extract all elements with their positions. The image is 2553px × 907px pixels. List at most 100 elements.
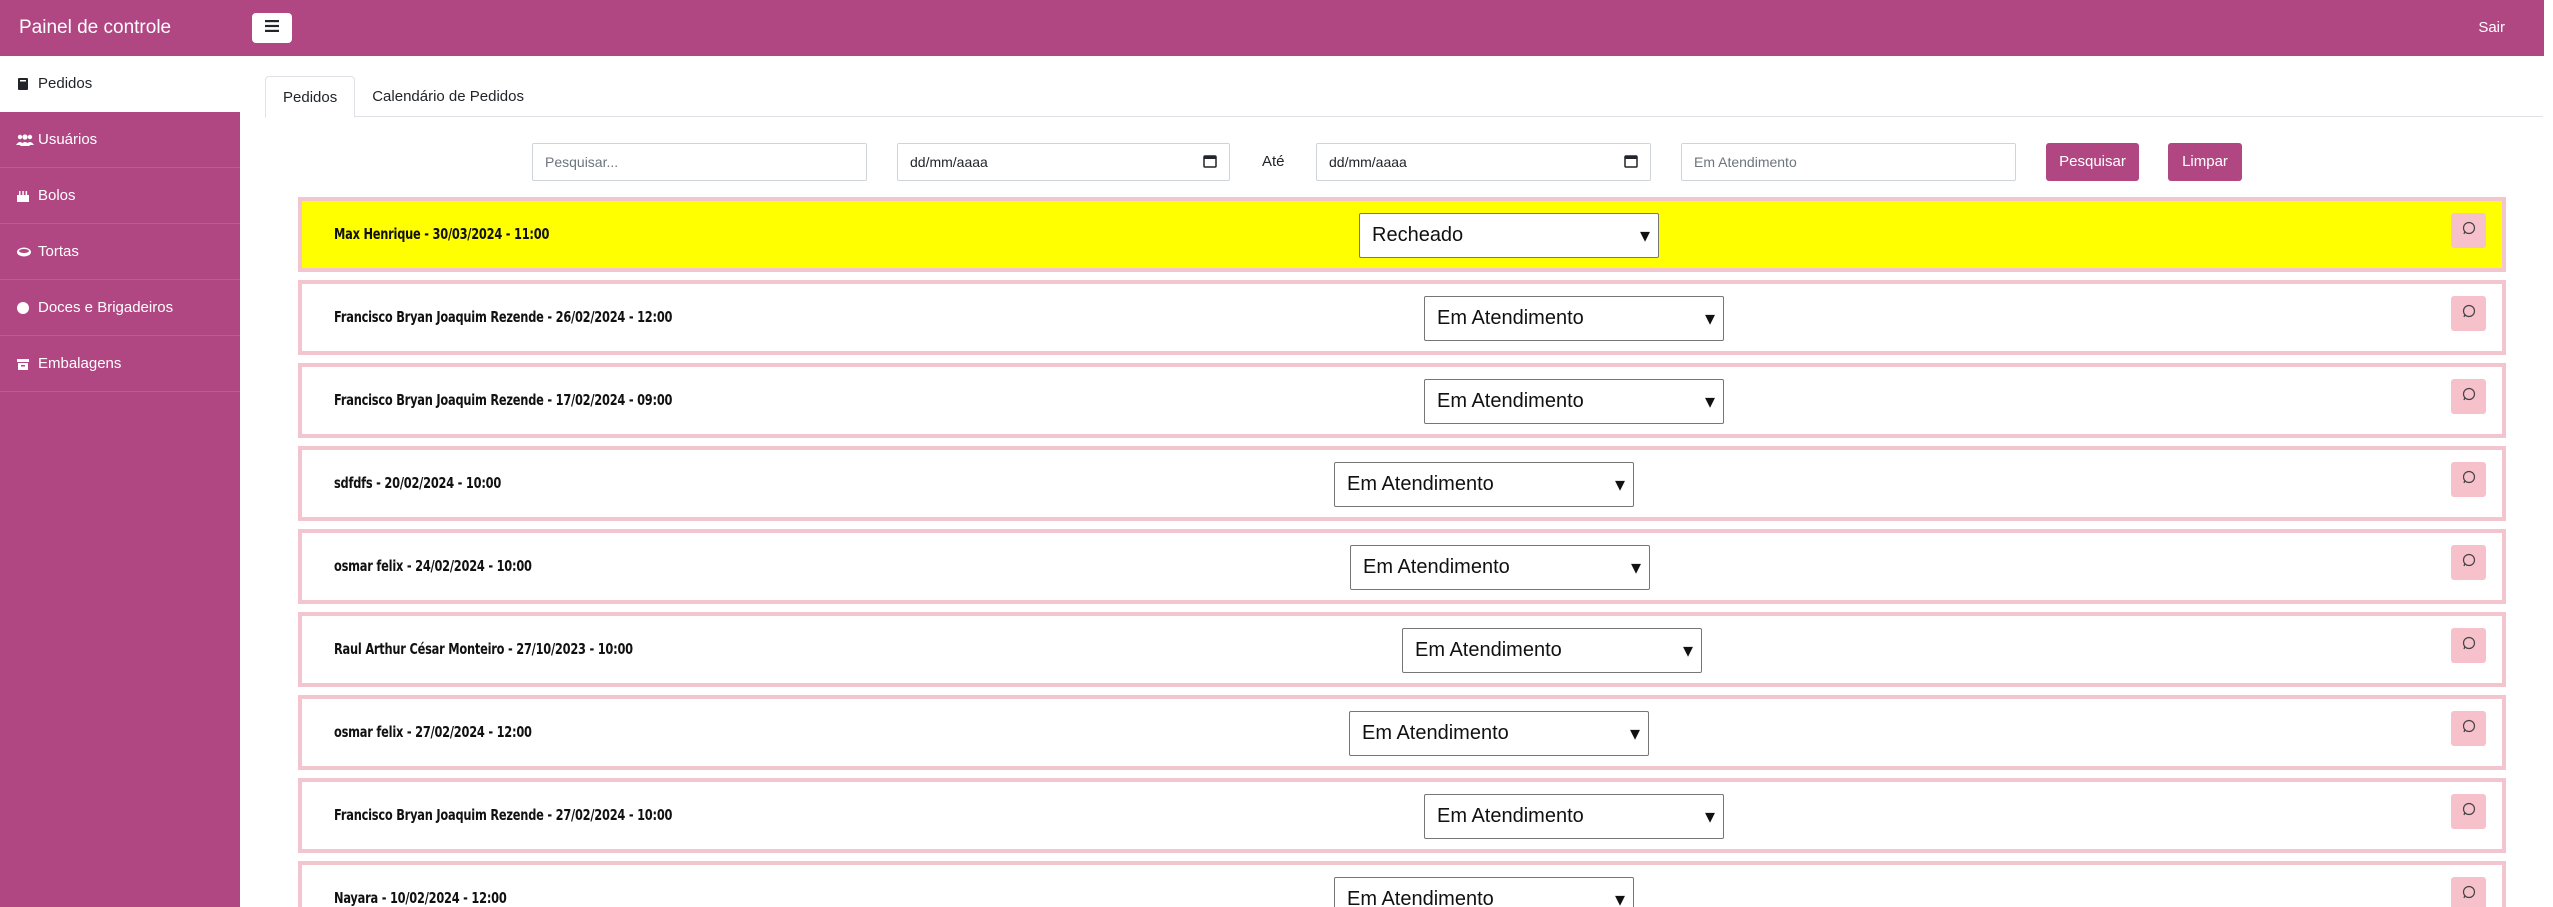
chevron-down-icon: ▾ — [1629, 723, 1640, 745]
brand-title: Painel de controle — [19, 17, 172, 38]
box-icon — [16, 357, 36, 371]
tabs: Pedidos Calendário de Pedidos — [265, 76, 2543, 118]
status-select-value: Em Atendimento — [1437, 307, 1584, 329]
whatsapp-button[interactable] — [2451, 711, 2486, 746]
sidebar-item-label: Usuários — [38, 131, 98, 148]
menu-toggle-button[interactable] — [252, 13, 292, 43]
order-title: Francisco Bryan Joaquim Rezende - 27/02/… — [334, 806, 673, 824]
whatsapp-button[interactable] — [2451, 545, 2486, 580]
status-select-value: Recheado — [1372, 224, 1464, 246]
logout-link[interactable]: Sair — [2478, 0, 2505, 56]
chevron-down-icon: ▾ — [1704, 308, 1715, 330]
status-filter-input[interactable]: Em Atendimento — [1681, 143, 2016, 181]
topbar: Sair — [240, 0, 2553, 56]
chevron-down-icon: ▾ — [1704, 806, 1715, 828]
order-row: Francisco Bryan Joaquim Rezende - 26/02/… — [298, 280, 2506, 355]
whatsapp-button[interactable] — [2451, 794, 2486, 829]
date-to-placeholder: dd/mm/aaaa — [1329, 154, 1407, 170]
sidebar-item-label: Doces e Brigadeiros — [38, 299, 174, 316]
chevron-down-icon: ▾ — [1704, 391, 1715, 413]
whatsapp-button[interactable] — [2451, 462, 2486, 497]
date-to-input[interactable]: dd/mm/aaaa — [1316, 143, 1651, 181]
whatsapp-icon — [2462, 221, 2476, 240]
status-select[interactable]: Recheado ▾ — [1359, 213, 1659, 258]
sidebar-item-doces[interactable]: Doces e Brigadeiros — [0, 280, 240, 336]
status-select-value: Em Atendimento — [1362, 722, 1509, 744]
order-row: Francisco Bryan Joaquim Rezende - 27/02/… — [298, 778, 2506, 853]
calendar-icon[interactable] — [1203, 154, 1217, 171]
date-from-placeholder: dd/mm/aaaa — [910, 154, 988, 170]
status-select[interactable]: Em Atendimento ▾ — [1424, 296, 1724, 341]
date-from-input[interactable]: dd/mm/aaaa — [897, 143, 1230, 181]
status-select[interactable]: Em Atendimento ▾ — [1334, 462, 1634, 507]
status-select[interactable]: Em Atendimento ▾ — [1349, 711, 1649, 756]
clear-button[interactable]: Limpar — [2168, 143, 2242, 181]
order-title: Francisco Bryan Joaquim Rezende - 17/02/… — [334, 391, 673, 409]
order-title: Francisco Bryan Joaquim Rezende - 26/02/… — [334, 308, 673, 326]
status-select-value: Em Atendimento — [1363, 556, 1510, 578]
order-row: Raul Arthur César Monteiro - 27/10/2023 … — [298, 612, 2506, 687]
status-select[interactable]: Em Atendimento ▾ — [1424, 379, 1724, 424]
whatsapp-icon — [2462, 553, 2476, 572]
users-icon — [16, 133, 36, 147]
order-title: Nayara - 10/02/2024 - 12:00 — [334, 889, 507, 907]
sidebar-item-tortas[interactable]: Tortas — [0, 224, 240, 280]
whatsapp-button[interactable] — [2451, 379, 2486, 414]
circle-icon — [16, 301, 36, 315]
whatsapp-button[interactable] — [2451, 628, 2486, 663]
search-input[interactable]: Pesquisar... — [532, 143, 867, 181]
order-title: Raul Arthur César Monteiro - 27/10/2023 … — [334, 640, 633, 658]
search-button[interactable]: Pesquisar — [2046, 143, 2139, 181]
sidebar-item-label: Embalagens — [38, 355, 122, 372]
pie-icon — [16, 245, 36, 259]
status-select-value: Em Atendimento — [1437, 390, 1584, 412]
tab-pedidos[interactable]: Pedidos — [265, 76, 356, 118]
order-row: sdfdfs - 20/02/2024 - 10:00 Em Atendimen… — [298, 446, 2506, 521]
order-title: osmar felix - 24/02/2024 - 10:00 — [334, 557, 532, 575]
order-row: Nayara - 10/02/2024 - 12:00 Em Atendimen… — [298, 861, 2506, 907]
cake-icon — [16, 189, 36, 203]
calendar-icon[interactable] — [1624, 154, 1638, 171]
status-select[interactable]: Em Atendimento ▾ — [1350, 545, 1650, 590]
status-select-value: Em Atendimento — [1347, 473, 1494, 495]
whatsapp-button[interactable] — [2451, 296, 2486, 331]
whatsapp-icon — [2462, 636, 2476, 655]
status-select-value: Em Atendimento — [1415, 639, 1562, 661]
whatsapp-icon — [2462, 387, 2476, 406]
whatsapp-icon — [2462, 304, 2476, 323]
until-label: Até — [1262, 153, 1285, 170]
order-title: sdfdfs - 20/02/2024 - 10:00 — [334, 474, 502, 492]
sidebar-item-usuarios[interactable]: Usuários — [0, 112, 240, 168]
hamburger-icon — [265, 19, 279, 37]
book-icon — [16, 77, 36, 91]
status-select-value: Em Atendimento — [1437, 805, 1584, 827]
sidebar-item-label: Bolos — [38, 187, 76, 204]
sidebar-item-pedidos[interactable]: Pedidos — [0, 56, 240, 112]
status-select-value: Em Atendimento — [1347, 888, 1494, 907]
chevron-down-icon: ▾ — [1614, 474, 1625, 496]
chevron-down-icon: ▾ — [1682, 640, 1693, 662]
sidebar-item-label: Pedidos — [38, 75, 93, 92]
sidebar-item-embalagens[interactable]: Embalagens — [0, 336, 240, 392]
sidebar: Painel de controle Pedidos Usuários Bolo… — [0, 0, 240, 907]
status-select[interactable]: Em Atendimento ▾ — [1402, 628, 1702, 673]
status-select[interactable]: Em Atendimento ▾ — [1334, 877, 1634, 907]
order-row: Max Henrique - 30/03/2024 - 11:00 Rechea… — [298, 197, 2506, 272]
sidebar-item-label: Tortas — [38, 243, 79, 260]
chevron-down-icon: ▾ — [1630, 557, 1641, 579]
whatsapp-button[interactable] — [2451, 877, 2486, 907]
chevron-down-icon: ▾ — [1639, 225, 1650, 247]
order-row: Francisco Bryan Joaquim Rezende - 17/02/… — [298, 363, 2506, 438]
whatsapp-icon — [2462, 802, 2476, 821]
tab-calendario[interactable]: Calendário de Pedidos — [355, 76, 541, 117]
chevron-down-icon: ▾ — [1614, 889, 1625, 907]
whatsapp-icon — [2462, 719, 2476, 738]
whatsapp-button[interactable] — [2451, 213, 2486, 248]
whatsapp-icon — [2462, 470, 2476, 489]
sidebar-item-bolos[interactable]: Bolos — [0, 168, 240, 224]
whatsapp-icon — [2462, 885, 2476, 904]
scrollbar[interactable] — [2544, 0, 2553, 907]
status-select[interactable]: Em Atendimento ▾ — [1424, 794, 1724, 839]
order-row: osmar felix - 24/02/2024 - 10:00 Em Aten… — [298, 529, 2506, 604]
order-row: osmar felix - 27/02/2024 - 12:00 Em Aten… — [298, 695, 2506, 770]
